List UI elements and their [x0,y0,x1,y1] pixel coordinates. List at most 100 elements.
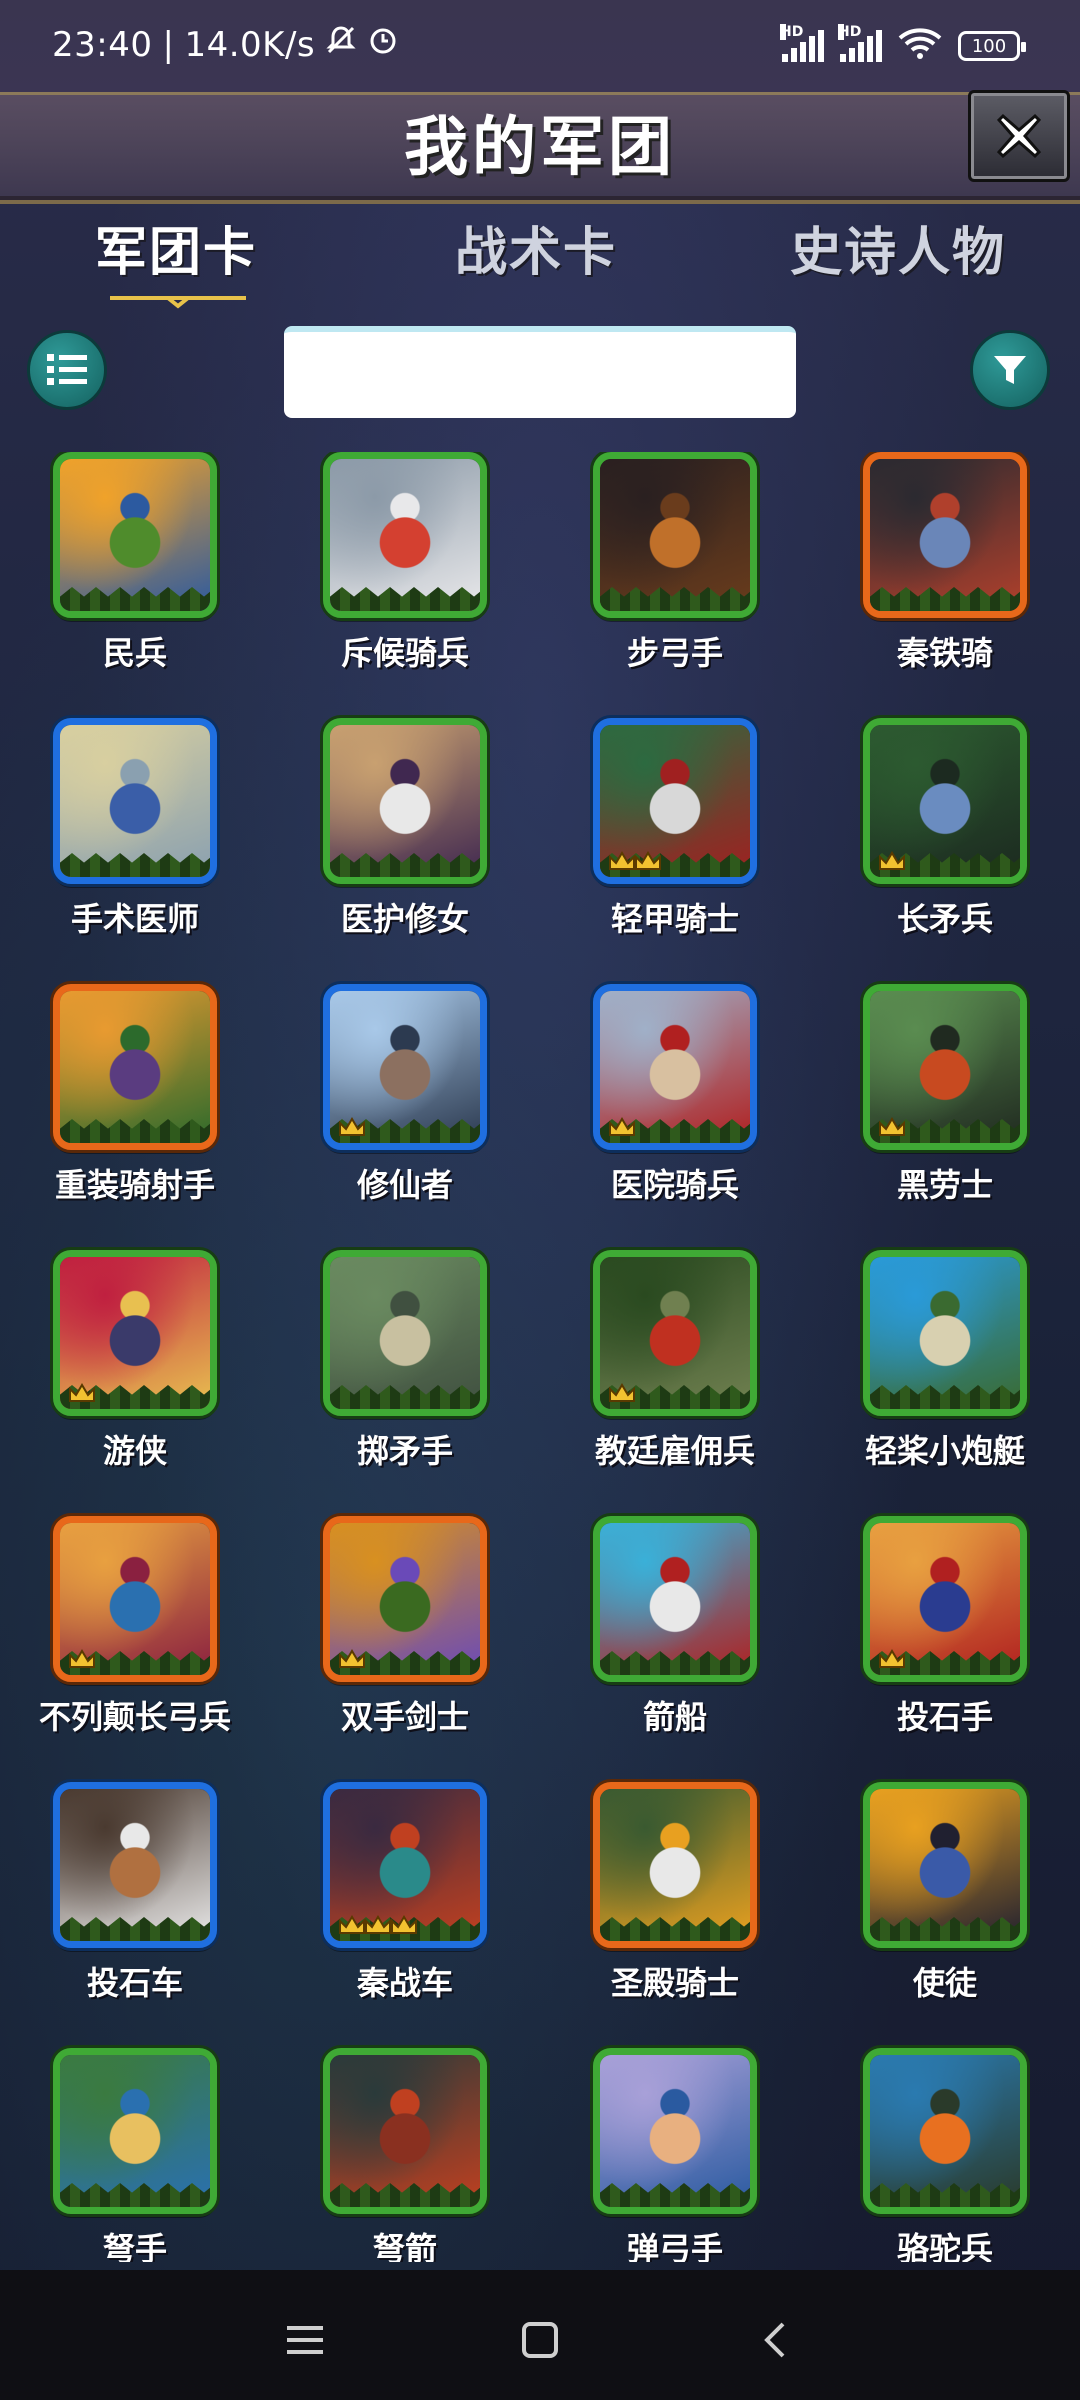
unit-card[interactable]: 黑劳士 [810,984,1080,1250]
unit-card-name: 轻甲骑士 [610,900,739,938]
unit-card[interactable]: 秦战车 [270,1782,540,2048]
page-title: 我的军团 [404,111,676,185]
unit-card-name: 教廷雇佣兵 [594,1432,755,1470]
status-left: 23:40 | 14.0K/s [52,24,399,65]
home-button[interactable] [510,2310,570,2370]
card-portrait-frame [593,1516,757,1682]
unit-card-name: 不列颠长弓兵 [38,1698,231,1736]
unit-card[interactable]: 不列颠长弓兵 [0,1516,270,1782]
unit-card-name: 双手剑士 [340,1698,469,1736]
unit-card[interactable]: 箭船 [540,1516,810,1782]
unit-portrait [60,1789,210,1941]
tab-epic-characters[interactable]: 史诗人物 [790,210,1006,285]
card-portrait-frame [323,718,487,884]
crown-icon [635,851,661,870]
unit-card[interactable]: 投石手 [810,1516,1080,1782]
crown-icon [339,1117,365,1136]
status-separator: | [162,24,175,65]
unit-card-name: 圣殿骑士 [610,1964,739,2002]
card-portrait-frame [863,1250,1027,1416]
card-portrait-frame [863,984,1027,1150]
card-portrait-frame [863,718,1027,884]
card-portrait-frame [323,2048,487,2214]
unit-card[interactable]: 掷矛手 [270,1250,540,1516]
back-button[interactable] [745,2310,805,2370]
unit-card[interactable]: 双手剑士 [270,1516,540,1782]
filter-button[interactable] [970,330,1050,410]
list-icon [47,354,87,385]
unit-card[interactable]: 步弓手 [540,452,810,718]
crown-icon [339,1915,365,1934]
unit-card[interactable]: 秦铁骑 [810,452,1080,718]
card-portrait-frame [53,1516,217,1682]
unit-card[interactable]: 弩手 [0,2048,270,2262]
unit-card-name: 投石手 [896,1698,993,1736]
crown-icon [391,1915,417,1934]
unit-card[interactable]: 修仙者 [270,984,540,1250]
unit-card-name: 重装骑射手 [54,1166,215,1204]
crown-icon [365,1915,391,1934]
unit-card[interactable]: 斥候骑兵 [270,452,540,718]
unit-card-name: 骆驼兵 [896,2230,993,2262]
unit-card-name: 轻桨小炮艇 [864,1432,1025,1470]
unit-portrait [330,459,480,611]
battery-icon: 100 [958,31,1026,61]
unit-card-name: 长矛兵 [896,900,993,938]
unit-portrait [870,1257,1020,1409]
unit-card[interactable]: 手术医师 [0,718,270,984]
unit-card[interactable]: 骆驼兵 [810,2048,1080,2262]
card-portrait-frame [323,1782,487,1948]
card-grid: 民兵 斥候骑兵 步弓手 秦铁骑手术医师 医护修女 轻甲骑士 长矛兵重装骑射手 修仙者 医院骑兵 黑… [0,452,1080,2262]
unit-card-name: 投石车 [86,1964,183,2002]
unit-card[interactable]: 重装骑射手 [0,984,270,1250]
crown-icon [339,1649,365,1668]
battery-level: 100 [971,35,1007,57]
unit-card[interactable]: 教廷雇佣兵 [540,1250,810,1516]
unit-card[interactable]: 圣殿骑士 [540,1782,810,2048]
unit-card[interactable]: 轻甲骑士 [540,718,810,984]
unit-card[interactable]: 民兵 [0,452,270,718]
unit-card-name: 民兵 [102,634,167,672]
card-portrait-frame [53,452,217,618]
unit-card[interactable]: 使徒 [810,1782,1080,2048]
crown-icon [879,1117,905,1136]
tab-legion-cards[interactable]: 军团卡 [95,210,257,285]
unit-card-name: 斥候骑兵 [340,634,469,672]
unit-portrait [330,1257,480,1409]
recent-apps-button[interactable] [275,2310,335,2370]
close-x-icon [996,113,1042,159]
status-time: 23:40 [52,24,153,65]
card-portrait-frame [53,1250,217,1416]
unit-card[interactable]: 游侠 [0,1250,270,1516]
unit-card[interactable]: 投石车 [0,1782,270,2048]
card-portrait-frame [593,452,757,618]
card-portrait-frame [593,2048,757,2214]
close-button[interactable] [968,90,1070,182]
crown-icon [609,851,635,870]
unit-card-name: 使徒 [912,1964,977,2002]
unit-portrait [60,2055,210,2207]
unit-card-name: 弹弓手 [626,2230,723,2262]
list-menu-button[interactable] [27,330,107,410]
unit-card[interactable]: 弩箭 [270,2048,540,2262]
unit-card[interactable]: 弹弓手 [540,2048,810,2262]
unit-portrait [330,725,480,877]
card-portrait-frame [323,1250,487,1416]
tab-bar: 军团卡 战术卡 史诗人物 [0,210,1080,320]
unit-portrait [60,725,210,877]
unit-portrait [60,991,210,1143]
status-bar: 23:40 | 14.0K/s HD HD 100 [0,0,1080,92]
tab-tactic-cards[interactable]: 战术卡 [455,210,617,285]
card-portrait-frame [593,718,757,884]
card-portrait-frame [863,1516,1027,1682]
unit-card[interactable]: 医护修女 [270,718,540,984]
search-input[interactable] [284,326,796,418]
unit-card[interactable]: 长矛兵 [810,718,1080,984]
card-portrait-frame [323,452,487,618]
unit-portrait [600,2055,750,2207]
unit-card-name: 掷矛手 [356,1432,453,1470]
unit-card[interactable]: 医院骑兵 [540,984,810,1250]
unit-card[interactable]: 轻桨小炮艇 [810,1250,1080,1516]
unit-card-name: 手术医师 [70,900,199,938]
unit-card-name: 弩箭 [372,2230,437,2262]
